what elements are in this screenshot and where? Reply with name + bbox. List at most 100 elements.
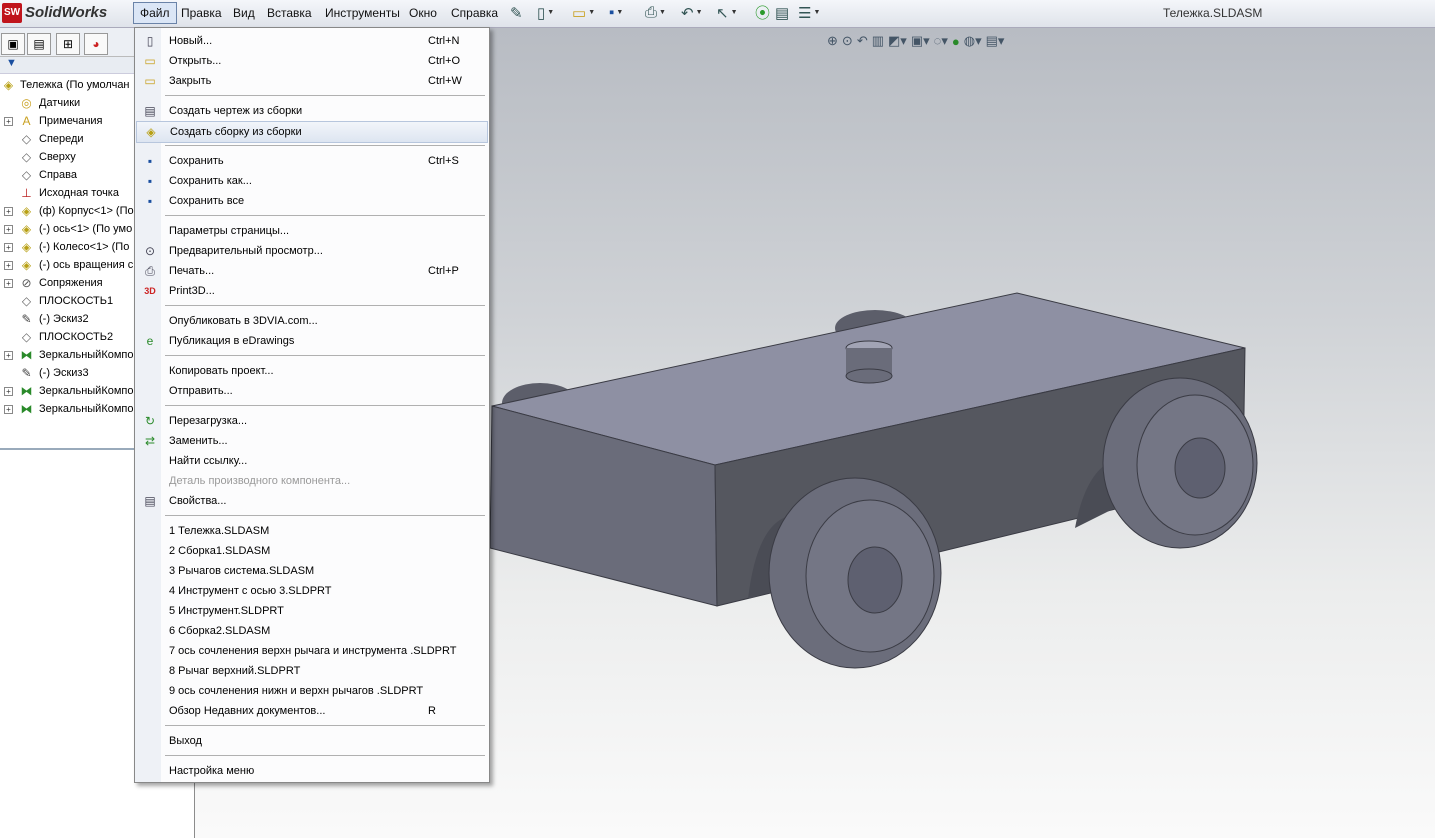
configuration-manager-tab[interactable]: ⊞ <box>56 33 80 55</box>
file-menu-item-label: Открыть... <box>169 55 222 67</box>
menu-separator <box>165 95 485 96</box>
menu-5[interactable]: Окно <box>403 3 443 23</box>
tree-item-label: (-) ось вращения с <box>39 259 134 271</box>
feature-tree-tab[interactable]: ▣ <box>1 33 25 55</box>
file-menu-item-label: Print3D... <box>169 285 215 297</box>
print-icon[interactable]: ⎙ ▼ <box>645 3 666 22</box>
file-menu-item[interactable]: ⇄ Заменить... <box>136 431 488 451</box>
file-menu-item[interactable]: Опубликовать в 3DVIA.com... <box>136 311 488 331</box>
file-menu-item[interactable]: 2 Сборка1.SLDASM <box>136 541 488 561</box>
file-menu-item-label: Создать чертеж из сборки <box>169 105 303 117</box>
file-menu-item[interactable]: 3 Рычагов система.SLDASM <box>136 561 488 581</box>
menu-2[interactable]: Вид <box>227 3 261 23</box>
plane-icon: ◇ <box>21 132 32 146</box>
file-menu-item: Деталь производного компонента... <box>136 471 488 491</box>
menu-4[interactable]: Инструменты <box>319 3 406 23</box>
file-menu-item-label: Сохранить все <box>169 195 245 207</box>
file-properties-icon[interactable]: ▤ <box>775 3 789 22</box>
menu-separator <box>165 515 485 516</box>
file-menu-item[interactable]: ▤ Создать чертеж из сборки <box>136 101 488 121</box>
expand-icon[interactable]: + <box>4 387 13 396</box>
file-menu-item-label: 1 Тележка.SLDASM <box>169 525 270 537</box>
file-menu-item[interactable]: Копировать проект... <box>136 361 488 381</box>
expand-icon[interactable]: + <box>4 261 13 270</box>
pin-icon[interactable]: ✎ <box>510 3 523 22</box>
file-menu-item-label: Копировать проект... <box>169 365 274 377</box>
assembly-icon: ◈ <box>3 78 14 92</box>
part-icon: ◈ <box>21 222 32 236</box>
expand-icon[interactable]: + <box>4 351 13 360</box>
tree-item-label: Датчики <box>39 97 81 109</box>
tree-item-label: Спереди <box>39 133 84 145</box>
plane-icon: ◇ <box>21 330 32 344</box>
file-menu-item[interactable]: Найти ссылку... <box>136 451 488 471</box>
file-menu-item[interactable]: ▭ Закрыть Ctrl+W <box>136 71 488 91</box>
tree-item-label: ПЛОСКОСТЬ2 <box>39 331 114 343</box>
expand-icon[interactable]: + <box>4 207 13 216</box>
menu-0[interactable]: Файл <box>133 2 177 24</box>
menu-6[interactable]: Справка <box>445 3 504 23</box>
file-menu-item-label: Отправить... <box>169 385 233 397</box>
file-menu-item[interactable]: Выход <box>136 731 488 751</box>
file-menu-item-label: 3 Рычагов система.SLDASM <box>169 565 315 577</box>
save-icon: ▪ <box>147 154 153 168</box>
tree-item-label: (ф) Корпус<1> (По <box>39 205 134 217</box>
file-menu-item[interactable]: ↻ Перезагрузка... <box>136 411 488 431</box>
file-menu-item-label: Перезагрузка... <box>169 415 248 427</box>
file-menu-dropdown: ▯ Новый... Ctrl+N ▭ Открыть... Ctrl+O ▭ Закрыть… <box>134 27 490 783</box>
tree-item-label: ЗеркальныйКомпо <box>39 403 134 415</box>
expand-icon[interactable]: + <box>4 117 13 126</box>
file-menu-item-shortcut: Ctrl+W <box>428 75 462 87</box>
file-menu-item[interactable]: ◈ Создать сборку из сборки <box>136 121 488 143</box>
file-menu-item[interactable]: Параметры страницы... <box>136 221 488 241</box>
file-menu-item[interactable]: 8 Рычаг верхний.SLDPRT <box>136 661 488 681</box>
file-menu-item[interactable]: ▯ Новый... Ctrl+N <box>136 31 488 51</box>
filter-icon[interactable]: ▼ <box>6 57 17 69</box>
file-menu-item[interactable]: 7 ось сочленения верхн рычага и инструме… <box>136 641 488 661</box>
select-cursor-icon[interactable]: ↖ ▼ <box>716 3 738 22</box>
file-menu-item[interactable]: Отправить... <box>136 381 488 401</box>
file-menu-item[interactable]: 6 Сборка2.SLDASM <box>136 621 488 641</box>
file-menu-item[interactable]: ⊙ Предварительный просмотр... <box>136 241 488 261</box>
tree-root-label: Тележка (По умолчан <box>20 79 130 91</box>
expand-icon[interactable]: + <box>4 279 13 288</box>
file-menu-item[interactable]: 4 Инструмент с осью 3.SLDPRT <box>136 581 488 601</box>
file-menu-item-label: 2 Сборка1.SLDASM <box>169 545 271 557</box>
undo-icon[interactable]: ↶ ▼ <box>681 3 703 22</box>
file-menu-item[interactable]: e Публикация в eDrawings <box>136 331 488 351</box>
display-manager-tab[interactable]: ◕ <box>84 33 108 55</box>
options-icon[interactable]: ☰ ▼ <box>798 3 820 22</box>
property-manager-tab[interactable]: ▤ <box>27 33 51 55</box>
file-menu-item[interactable]: 1 Тележка.SLDASM <box>136 521 488 541</box>
file-menu-item[interactable]: Настройка меню <box>136 761 488 781</box>
file-menu-item-label: 4 Инструмент с осью 3.SLDPRT <box>169 585 332 597</box>
file-menu-item-label: Закрыть <box>169 75 212 87</box>
menu-1[interactable]: Правка <box>175 3 228 23</box>
file-menu-item[interactable]: ▭ Открыть... Ctrl+O <box>136 51 488 71</box>
file-menu-item[interactable]: ▪ Сохранить Ctrl+S <box>136 151 488 171</box>
sensor-icon: ◎ <box>21 96 32 110</box>
expand-icon[interactable]: + <box>4 225 13 234</box>
file-menu-item[interactable]: Обзор Недавних документов... R <box>136 701 488 721</box>
mirror-component-icon: ⧓ <box>20 402 33 416</box>
file-menu-item-label: Обзор Недавних документов... <box>169 705 326 717</box>
file-menu-item[interactable]: 9 ось сочленения нижн и верхн рычагов .S… <box>136 681 488 701</box>
file-menu-item[interactable]: ▪ Сохранить как... <box>136 171 488 191</box>
menu-separator <box>165 405 485 406</box>
new-document-icon[interactable]: ▯ ▼ <box>537 3 554 22</box>
annotations-icon: A <box>22 114 31 128</box>
file-menu-item[interactable]: 5 Инструмент.SLDPRT <box>136 601 488 621</box>
file-menu-item-label: Свойства... <box>169 495 227 507</box>
expand-icon[interactable]: + <box>4 243 13 252</box>
file-menu-item-shortcut: Ctrl+N <box>428 35 460 47</box>
expand-icon[interactable]: + <box>4 405 13 414</box>
menu-3[interactable]: Вставка <box>261 3 318 23</box>
file-menu-item[interactable]: ⎙ Печать... Ctrl+P <box>136 261 488 281</box>
file-menu-item[interactable]: ▤ Свойства... <box>136 491 488 511</box>
rebuild-traffic-light-icon[interactable]: ⦿ <box>755 3 770 22</box>
open-folder-icon[interactable]: ▭ ▼ <box>572 3 595 22</box>
save-icon[interactable]: ▪ ▼ <box>609 3 623 22</box>
file-menu-item[interactable]: ▪ Сохранить все <box>136 191 488 211</box>
part-icon: ◈ <box>21 204 32 218</box>
file-menu-item[interactable]: 3D Print3D... <box>136 281 488 301</box>
